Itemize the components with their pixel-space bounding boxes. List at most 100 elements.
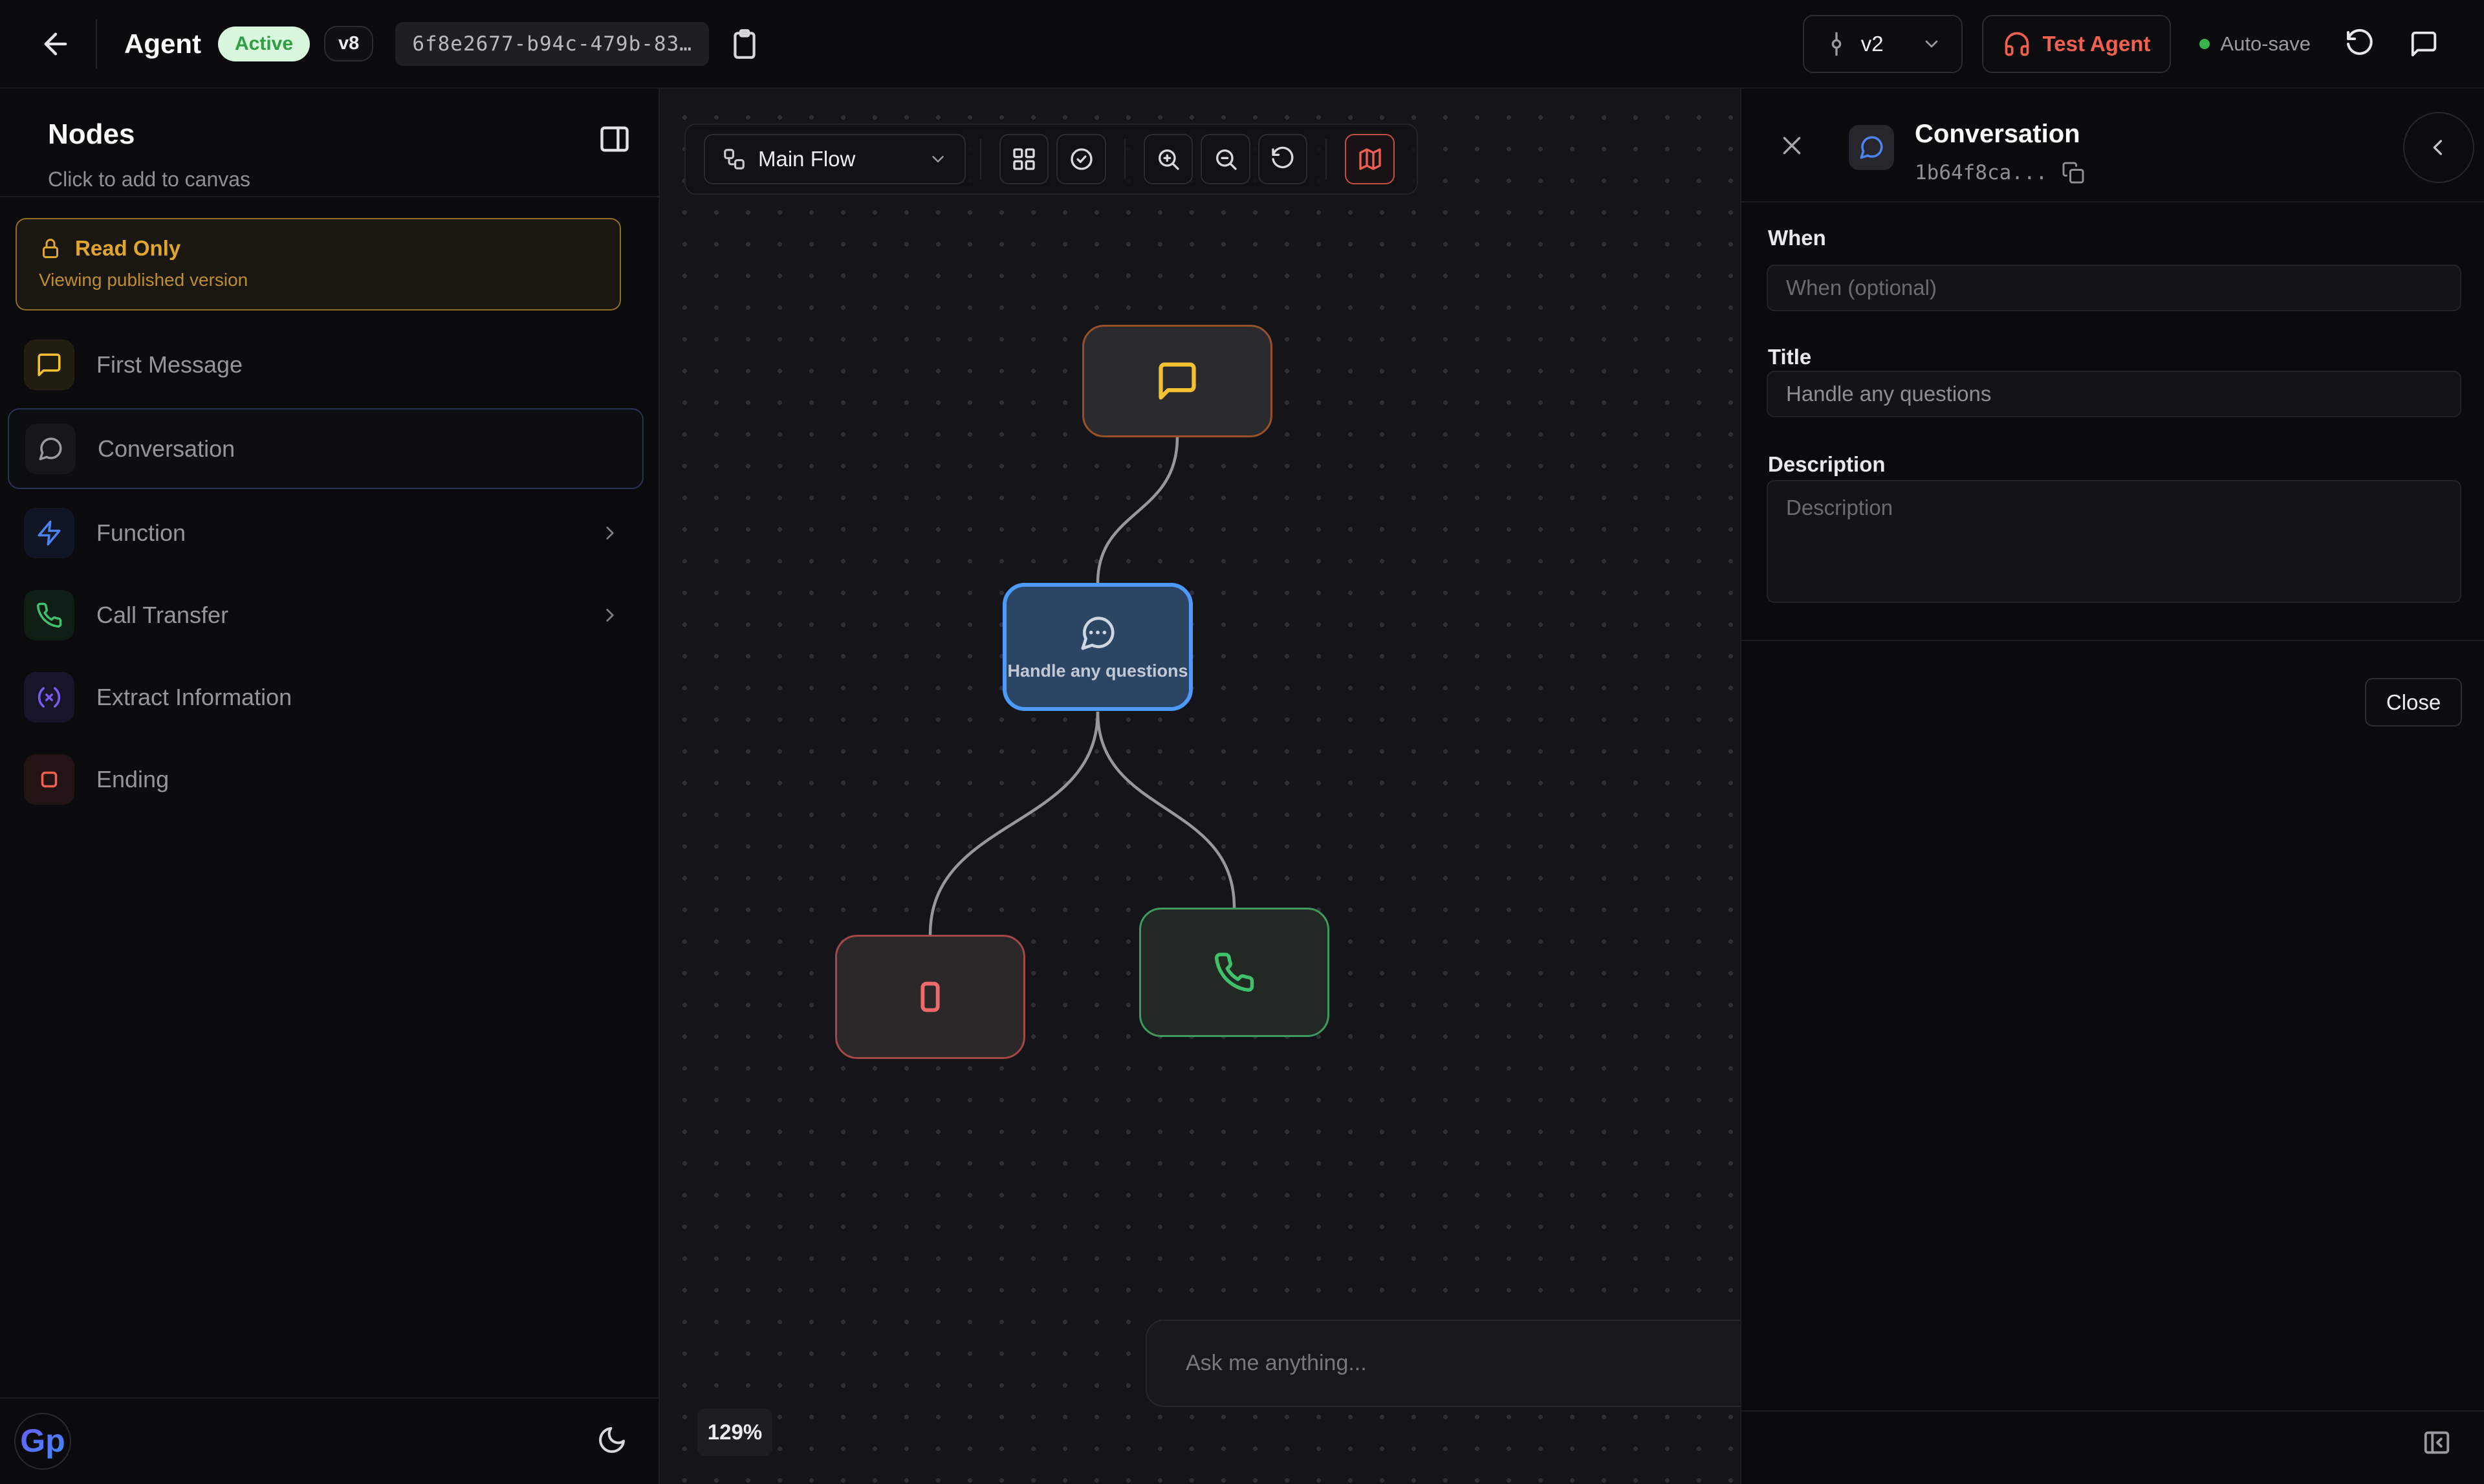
sidebar-item-label: Function [96,519,186,547]
panel-collapse-button[interactable] [2403,112,2474,183]
zoom-in-button[interactable] [1144,134,1193,184]
copy-node-id-button[interactable] [2062,161,2085,184]
panel-node-type-icon [1849,125,1894,170]
description-label: Description [1768,452,1886,477]
node-first-message[interactable] [1082,325,1272,437]
copy-icon [2062,161,2085,184]
title-input[interactable] [1767,371,2461,417]
auto-layout-button[interactable] [999,134,1049,184]
first-message-icon [24,340,74,390]
sidebar-item-label: Extract Information [96,684,292,711]
panel-close-button[interactable] [1779,133,1805,158]
reset-view-button[interactable] [1258,134,1308,184]
rotate-ccw-icon [2344,28,2375,60]
header-divider [96,19,97,69]
sidebar-divider [0,196,659,197]
node-call-transfer[interactable] [1139,908,1329,1037]
sidebar-item-function[interactable]: Function [0,492,659,574]
status-badge: Active [218,27,310,61]
panel-bottom-divider [1741,1410,2484,1412]
panel-right-icon [598,122,631,156]
minimap-toggle-button[interactable] [1345,134,1395,184]
clipboard-icon [728,28,761,60]
flow-edges [660,89,1740,1484]
sidebar-subtitle: Click to add to canvas [48,168,633,191]
git-commit-icon [1824,31,1849,57]
chevron-down-icon [1921,34,1942,54]
node-conversation[interactable]: Handle any questions [1003,583,1193,711]
autosave-label: Auto-save [2220,32,2311,56]
map-icon [1357,146,1383,172]
first-message-node-icon [1155,359,1199,403]
app-root: Agent Active v8 6f8e2677-b94c-479b-83… v… [0,0,2484,1484]
headphones-icon [2003,30,2031,58]
version-selector[interactable]: v2 [1803,15,1963,73]
title-label: Title [1768,345,1811,369]
phone-icon [24,590,74,640]
read-only-subtitle: Viewing published version [39,270,598,290]
autosave-indicator: Auto-save [2199,32,2311,56]
description-input[interactable] [1767,480,2461,603]
feedback-button[interactable] [2409,29,2439,59]
toolbar-divider [1325,139,1327,179]
extract-information-icon [24,672,74,723]
validate-flow-button[interactable] [1056,134,1106,184]
zoom-level-badge: 129% [697,1408,772,1456]
nodes-sidebar: Nodes Click to add to canvas Read Only V… [0,89,660,1484]
copy-agent-id-button[interactable] [728,28,761,60]
lock-icon [39,237,62,260]
flow-canvas[interactable]: Handle any questions Main Flow [660,89,1740,1484]
canvas-toolbar: Main Flow [684,124,1418,195]
sidebar-item-ending[interactable]: Ending [0,738,659,820]
grid-layout-icon [1011,146,1037,172]
version-selector-value: v2 [1861,32,1884,56]
read-only-banner: Read Only Viewing published version [16,218,621,311]
workflow-icon [722,147,746,171]
page-title: Agent [124,28,201,60]
sidebar-item-label: Call Transfer [96,602,228,629]
when-input[interactable] [1767,265,2461,311]
sidebar-item-call-transfer[interactable]: Call Transfer [0,574,659,656]
sidebar-item-conversation[interactable]: Conversation [8,408,644,489]
close-panel-button[interactable]: Close [2365,678,2462,726]
sidebar-item-first-message[interactable]: First Message [0,323,659,406]
conversation-icon [25,424,76,474]
brand-logo: Gp [13,1412,72,1471]
panel-title: Conversation [1915,120,2080,149]
chevron-left-icon [2426,135,2452,160]
ask-ai-input[interactable] [1146,1320,1740,1407]
moon-icon [596,1424,627,1456]
chevron-down-icon [928,149,948,169]
flow-selector[interactable]: Main Flow [704,134,966,184]
ending-node-icon [908,974,953,1020]
node-ending[interactable] [835,935,1025,1059]
read-only-title: Read Only [75,236,180,261]
arrow-left-icon [39,27,72,61]
version-badge: v8 [324,26,373,61]
chevron-right-icon [599,522,621,544]
toolbar-divider [980,139,981,179]
rotate-ccw-icon [1270,146,1296,172]
sidebar-item-label: Conversation [98,435,235,463]
node-label: Handle any questions [1007,661,1188,681]
top-bar: Agent Active v8 6f8e2677-b94c-479b-83… v… [0,0,2484,89]
close-icon [1779,133,1805,158]
theme-toggle-button[interactable] [596,1424,627,1456]
svg-text:Gp: Gp [20,1423,65,1459]
test-agent-button[interactable]: Test Agent [1982,15,2172,73]
ending-icon [24,754,74,805]
function-icon [24,508,74,558]
undo-history-button[interactable] [2344,28,2375,60]
node-type-list: First Message Conversation Function [0,323,659,820]
node-detail-panel: Conversation 1b64f8ca... When Title Desc… [1740,89,2484,1484]
panel-node-id: 1b64f8ca... [1915,161,2047,184]
zoom-out-button[interactable] [1201,134,1250,184]
collapse-panel-corner-button[interactable] [2422,1428,2452,1457]
back-button[interactable] [39,27,72,61]
sidebar-item-extract-information[interactable]: Extract Information [0,656,659,738]
sidebar-collapse-button[interactable] [598,122,631,156]
sidebar-header: Nodes Click to add to canvas [0,89,659,191]
test-agent-label: Test Agent [2043,32,2151,56]
circle-check-icon [1069,146,1095,172]
sidebar-item-label: First Message [96,351,243,378]
